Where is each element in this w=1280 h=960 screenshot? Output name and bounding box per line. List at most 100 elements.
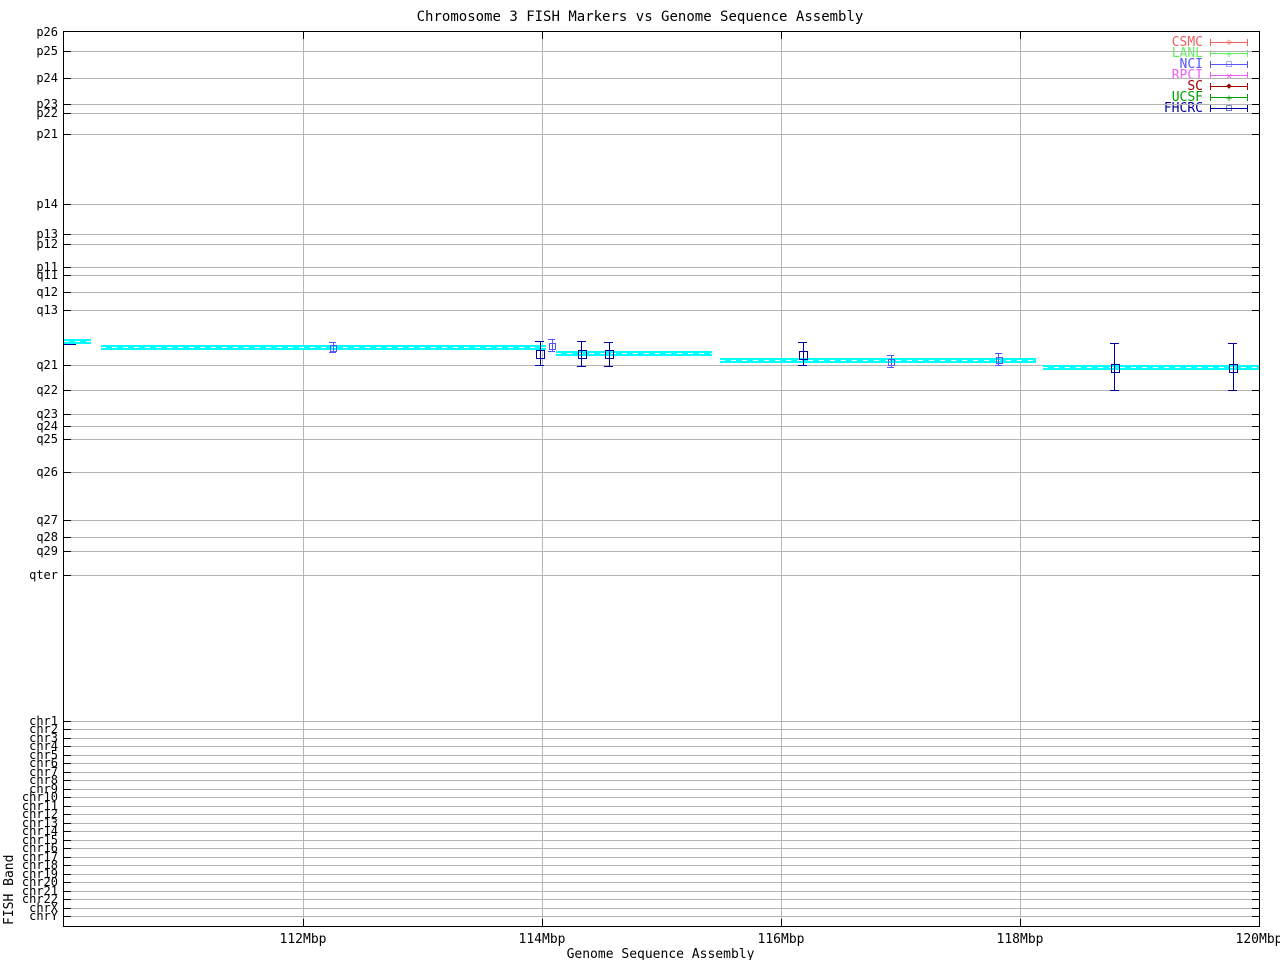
y-tick-label-qter: qter: [29, 568, 58, 582]
gridline-p21: [64, 134, 1259, 135]
legend: CSMC ◇ LANL + NCI □ RPCI × SC ◆ UCSF + FHCRC □: [1164, 36, 1248, 115]
square-marker-icon: □: [1226, 103, 1232, 113]
y-tick-left-chrX: [64, 907, 71, 909]
legend-line-FHCRC: [1210, 105, 1211, 112]
y-tick-left-p24: [64, 78, 71, 79]
y-tick-right-chr17: [1252, 856, 1259, 858]
NCI-errorcap-top-1: [329, 342, 337, 343]
gridline-112Mbp: [303, 32, 304, 926]
y-tick-left-chr10: [64, 797, 71, 798]
y-tick-left-chr4: [64, 746, 71, 747]
y-tick-right-chr10: [1252, 797, 1259, 798]
gridline-chr1: [64, 720, 1259, 722]
legend-entry-RPCI: RPCI ×: [1164, 69, 1248, 82]
y-tick-right-chr14: [1252, 831, 1259, 832]
gridline-chr22: [64, 899, 1259, 900]
y-tick-label-p14: p14: [36, 197, 58, 211]
y-tick-left-chr17: [64, 856, 71, 858]
NCI-errorcap-bottom-4: [994, 365, 1002, 366]
y-tick-right-q12: [1252, 292, 1259, 293]
y-tick-right-chr16: [1252, 848, 1259, 849]
gridline-chr11: [64, 805, 1259, 807]
y-tick-right-chr4: [1252, 746, 1259, 747]
y-tick-label-q11: q11: [36, 268, 58, 282]
FHCRC-errorcap-top-6: [1228, 343, 1238, 344]
y-tick-right-chr5: [1252, 754, 1259, 756]
legend-line-NCI: [1247, 61, 1248, 68]
y-tick-left-chr22: [64, 899, 71, 900]
y-tick-left-q26: [64, 472, 71, 473]
y-tick-left-q13: [64, 310, 71, 311]
gridline-q26: [64, 472, 1259, 473]
y-tick-left-p13: [64, 234, 71, 235]
legend-line-CSMC: [1247, 39, 1248, 46]
FHCRC-errorcap-top-4: [798, 342, 807, 343]
legend-line-UCSF: [1247, 94, 1248, 101]
y-tick-left-chr2: [64, 729, 71, 730]
gridline-chr2: [64, 729, 1259, 730]
y-tick-left-chr13: [64, 822, 71, 824]
legend-line-FHCRC: [1247, 105, 1248, 112]
FHCRC-errorcap-bottom-3: [604, 366, 614, 367]
y-tick-right-chr6: [1252, 763, 1259, 764]
x-tick-bottom-114Mbp: [542, 919, 543, 926]
y-tick-left-chr9: [64, 788, 71, 790]
gridline-qter: [64, 575, 1259, 576]
legend-line-UCSF: [1210, 94, 1211, 101]
gridline-q22: [64, 390, 1259, 391]
y-tick-left-q27: [64, 520, 71, 521]
y-tick-left-p11: [64, 267, 71, 268]
diamond-marker-icon: ◇: [1226, 37, 1232, 47]
y-tick-left-chr7: [64, 771, 71, 773]
gridline-chr16: [64, 848, 1259, 849]
FHCRC-errorcap-top-1: [535, 341, 545, 342]
FHCRC-marker-3: [605, 349, 615, 359]
y-tick-left-q23: [64, 414, 71, 415]
y-tick-left-chr11: [64, 805, 71, 807]
y-tick-label-q27: q27: [36, 513, 58, 527]
y-tick-right-p13: [1252, 234, 1259, 235]
gridline-118Mbp: [1020, 32, 1021, 926]
y-tick-left-chr3: [64, 737, 71, 739]
gridline-q25: [64, 439, 1259, 440]
gridline-q23: [64, 414, 1259, 415]
y-tick-left-chr20: [64, 882, 71, 883]
gridline-chr21: [64, 890, 1259, 892]
x-tick-label-116Mbp: 116Mbp: [757, 932, 805, 947]
y-tick-left-q25: [64, 439, 71, 440]
y-tick-label-q13: q13: [36, 303, 58, 317]
gridline-q24: [64, 426, 1259, 427]
y-tick-right-chr8: [1252, 780, 1259, 781]
x-tick-top-114Mbp: [542, 32, 543, 39]
plus-marker-icon: +: [1225, 47, 1233, 60]
FHCRC-marker-1: [536, 349, 546, 359]
gridline-chr19: [64, 873, 1259, 875]
y-tick-right-q26: [1252, 472, 1259, 473]
gridline-chr13: [64, 822, 1259, 824]
gridline-chr5: [64, 754, 1259, 756]
FHCRC-errorcap-bottom-6: [1228, 390, 1238, 391]
legend-sample-CSMC: ◇: [1210, 38, 1248, 47]
y-tick-label-p25: p25: [36, 44, 58, 58]
y-tick-label-q24: q24: [36, 419, 58, 433]
NCI-errorcap-top-4: [994, 353, 1002, 354]
y-tick-right-chr3: [1252, 737, 1259, 739]
y-tick-right-p25: [1252, 51, 1259, 52]
x-tick-top-112Mbp: [303, 32, 304, 39]
y-tick-label-q25: q25: [36, 432, 58, 446]
y-tick-label-p12: p12: [36, 237, 58, 251]
y-tick-left-p22: [64, 113, 71, 114]
legend-sample-FHCRC: □: [1210, 104, 1248, 113]
y-tick-right-p24: [1252, 78, 1259, 79]
gridline-q27: [64, 520, 1259, 521]
plus-marker-icon: +: [1225, 91, 1233, 104]
gridline-chr6: [64, 763, 1259, 764]
gridline-chr9: [64, 788, 1259, 790]
y-tick-right-p12: [1252, 244, 1259, 245]
gridline-p24: [64, 78, 1259, 79]
legend-sample-UCSF: +: [1210, 91, 1248, 104]
gridline-q28: [64, 537, 1259, 538]
y-tick-left-chr19: [64, 873, 71, 875]
y-tick-left-q21: [64, 365, 71, 366]
assembly-band-segment-2: [101, 345, 546, 350]
